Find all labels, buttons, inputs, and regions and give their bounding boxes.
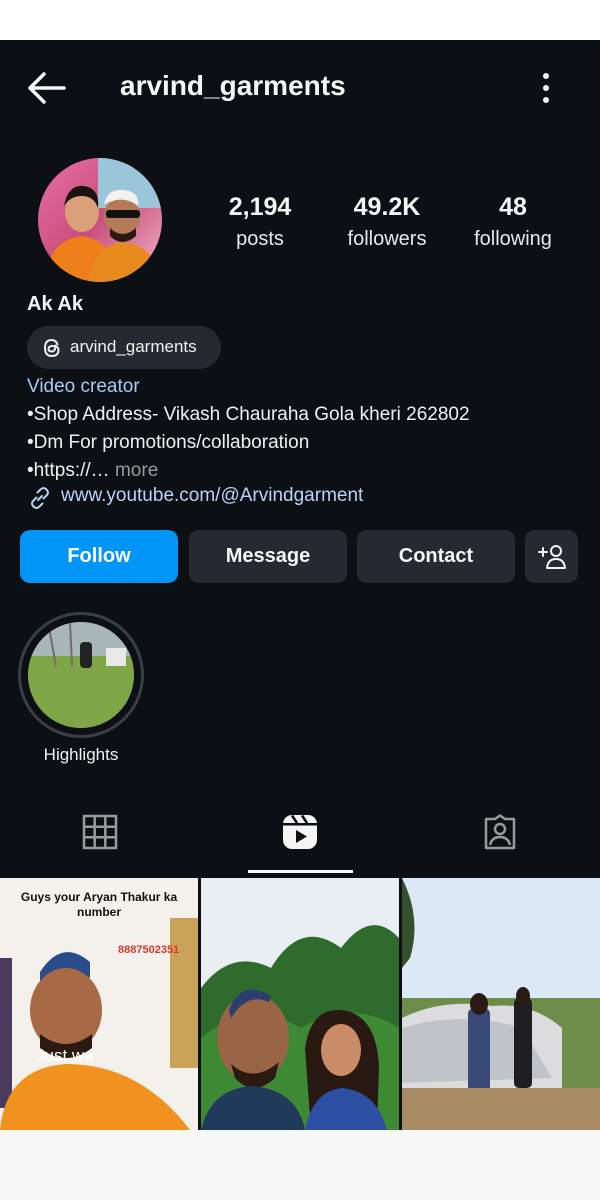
bio-line-address: •Shop Address- Vikash Chauraha Gola kher… bbox=[27, 404, 470, 425]
followers-label: followers bbox=[347, 228, 427, 250]
reel-phone-text: 8887502351 bbox=[118, 944, 180, 956]
followers-count: 49.2K bbox=[353, 193, 421, 221]
profile-stats: 2,194 posts 49.2K followers 48 following bbox=[195, 190, 575, 260]
profile-header: arvind_garments bbox=[0, 40, 600, 135]
profile-username: arvind_garments bbox=[120, 70, 346, 101]
message-button[interactable]: Message bbox=[189, 530, 347, 583]
bio-truncated-text: •https://… bbox=[27, 460, 110, 481]
display-name: Ak Ak bbox=[27, 293, 83, 315]
more-vertical-icon[interactable] bbox=[530, 70, 562, 106]
reels-icon bbox=[283, 814, 317, 849]
profile-tabs bbox=[0, 798, 600, 876]
link-icon bbox=[31, 487, 49, 509]
reels-grid: Guys your Aryan Thakur ka number 8887502… bbox=[0, 878, 600, 1130]
posts-label: posts bbox=[236, 228, 284, 250]
following-label: following bbox=[474, 228, 552, 250]
add-person-icon bbox=[538, 545, 566, 569]
reel-overlay-text: Just wa bbox=[36, 1046, 94, 1065]
profile-bio: Video creator •Shop Address- Vikash Chau… bbox=[27, 373, 587, 485]
profile-link-text: www.youtube.com/@Arvindgarment bbox=[61, 485, 364, 506]
posts-count: 2,194 bbox=[228, 193, 292, 221]
following-stat[interactable]: 48 following bbox=[448, 190, 578, 254]
threads-icon bbox=[43, 338, 60, 358]
tab-reels[interactable] bbox=[200, 798, 400, 876]
reel-thumbnail[interactable] bbox=[201, 878, 399, 1130]
bio-more-link[interactable]: more bbox=[110, 460, 158, 481]
highlight-thumbnail bbox=[28, 622, 134, 728]
follow-button[interactable]: Follow bbox=[20, 530, 178, 583]
tab-tagged[interactable] bbox=[400, 798, 600, 876]
suggest-users-button[interactable] bbox=[525, 530, 578, 583]
threads-badge[interactable]: arvind_garments bbox=[27, 326, 221, 369]
grid-icon bbox=[82, 814, 118, 850]
following-count: 48 bbox=[499, 193, 527, 221]
followers-stat[interactable]: 49.2K followers bbox=[322, 190, 452, 254]
reel-thumbnail[interactable] bbox=[402, 878, 600, 1130]
reel-thumbnail[interactable]: Guys your Aryan Thakur ka number 8887502… bbox=[0, 878, 198, 1130]
active-tab-indicator bbox=[248, 870, 353, 873]
highlight-label: Highlights bbox=[43, 745, 119, 764]
navigation-bar-area bbox=[0, 1130, 600, 1200]
tab-posts-grid[interactable] bbox=[0, 798, 200, 876]
threads-handle: arvind_garments bbox=[70, 337, 197, 356]
avatar[interactable] bbox=[38, 158, 162, 282]
bio-line-dm: •Dm For promotions/collaboration bbox=[27, 432, 310, 453]
tagged-person-icon bbox=[484, 814, 516, 850]
status-bar-area bbox=[0, 0, 600, 40]
posts-stat[interactable]: 2,194 posts bbox=[195, 190, 325, 254]
arrow-left-icon[interactable] bbox=[24, 68, 68, 108]
bio-line-truncated: •https://… more bbox=[27, 457, 587, 485]
instagram-profile-screen: arvind_garments 2,194 posts 49.2K follow… bbox=[0, 40, 600, 1130]
bio-category[interactable]: Video creator bbox=[27, 373, 587, 401]
reel-caption: Guys your Aryan Thakur ka number bbox=[20, 890, 178, 919]
contact-button[interactable]: Contact bbox=[357, 530, 515, 583]
